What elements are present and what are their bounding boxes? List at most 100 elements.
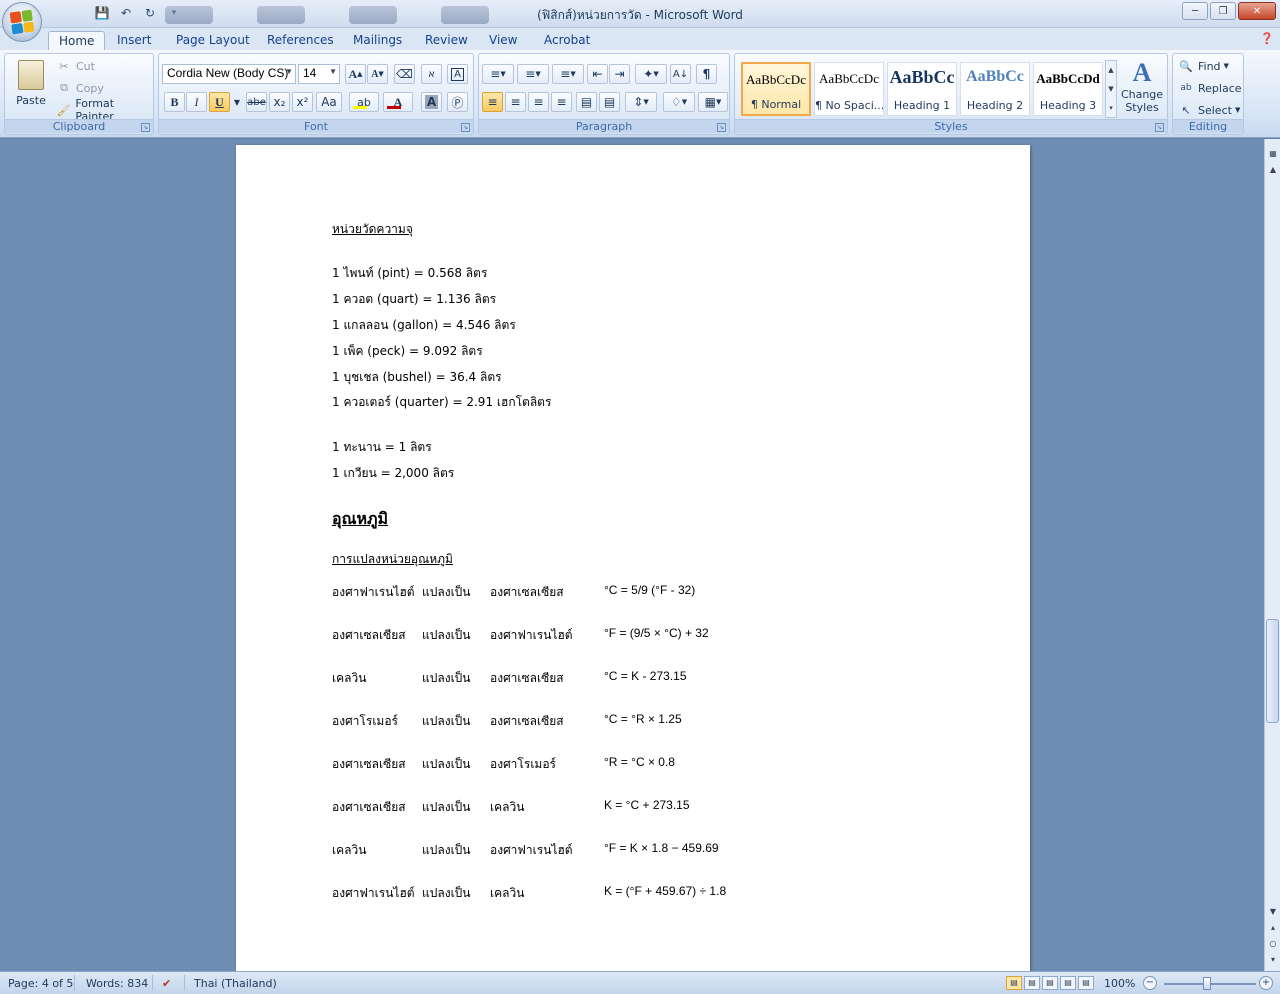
borders-button[interactable]: ▦ ▼ <box>698 92 728 112</box>
scroll-up-icon[interactable]: ▲ <box>1266 163 1280 177</box>
increase-indent-button[interactable]: ⇥ <box>609 64 630 84</box>
replace-button[interactable]: ab Replace <box>1177 78 1241 98</box>
grow-font-button[interactable]: A ▲ <box>345 64 366 84</box>
language-indicator[interactable]: Thai (Thailand) <box>194 977 277 990</box>
copy-button[interactable]: ⧉ Copy <box>55 78 104 98</box>
thai-distributed-button[interactable]: ▤ <box>599 92 620 112</box>
character-shading-button[interactable]: A <box>421 92 442 112</box>
numbering-icon: ≡ <box>525 67 536 81</box>
browse-object-icon[interactable]: ○ <box>1266 937 1280 951</box>
change-styles-button[interactable]: A Change Styles <box>1119 58 1165 118</box>
paragraph-group: ≡ ▼ ≡ ▼ ≡ ▼ ⇤ ⇥ ✦ ▼ A↓ ¶ ≡ ≡ ≡ ≡ ▤ ▤ ⇕ ▼ ♢ ▼ ▦… <box>478 53 730 135</box>
decrease-indent-button[interactable]: ⇤ <box>587 64 608 84</box>
tab-mailings[interactable]: Mailings <box>343 31 412 50</box>
paste-button[interactable]: Paste <box>11 58 51 116</box>
show-hide-button[interactable]: ¶ <box>696 64 717 84</box>
find-button[interactable]: 🔍 Find ▼ <box>1177 56 1229 76</box>
line-spacing-button[interactable]: ⇕ ▼ <box>625 92 657 112</box>
multilevel-list-button[interactable]: ≡ ▼ <box>552 64 584 84</box>
page-indicator[interactable]: Page: 4 of 5 <box>8 977 73 990</box>
style-heading-2[interactable]: AaBbCc Heading 2 <box>960 62 1030 116</box>
zoom-slider-thumb[interactable] <box>1203 977 1211 990</box>
font-size-combo[interactable]: 14 ▼ <box>298 64 340 84</box>
web-layout-view-icon[interactable]: ▤ <box>1042 976 1058 990</box>
align-right-button[interactable]: ≡ <box>528 92 549 112</box>
align-right-icon: ≡ <box>533 95 544 109</box>
full-screen-reading-view-icon[interactable]: ▤ <box>1024 976 1040 990</box>
conversion-row: องศาโรเมอร์ แปลงเป็น องศาเซลเซียส °C = °R ×… <box>332 712 932 732</box>
sort-button[interactable]: A↓ <box>670 64 691 84</box>
justify-button[interactable]: ≡ <box>551 92 572 112</box>
office-button[interactable] <box>2 2 42 42</box>
distributed-button[interactable]: ▤ <box>576 92 597 112</box>
align-left-button[interactable]: ≡ <box>482 92 503 112</box>
outline-view-icon[interactable]: ▤ <box>1060 976 1076 990</box>
character-border-button[interactable]: A <box>447 64 468 84</box>
bullets-button[interactable]: ≡ ▼ <box>482 64 514 84</box>
scroll-thumb[interactable] <box>1266 619 1279 723</box>
conversion-from: องศาเซลเซียส <box>332 757 406 771</box>
superscript-button[interactable]: x² <box>292 92 313 112</box>
style-normal[interactable]: AaBbCcDc ¶ Normal <box>741 62 811 116</box>
format-painter-button[interactable]: 🖌 Format Painter <box>55 97 153 123</box>
scroll-down-icon[interactable]: ▼ <box>1266 905 1280 919</box>
next-page-icon[interactable]: ▾ <box>1266 953 1280 967</box>
tab-page-layout[interactable]: Page Layout <box>166 31 260 50</box>
align-center-button[interactable]: ≡ <box>505 92 526 112</box>
font-name-combo[interactable]: Cordia New (Body CS) ▼ <box>162 64 296 84</box>
subscript-button[interactable]: x₂ <box>269 92 290 112</box>
paragraph-launcher-icon[interactable]: ↘ <box>717 123 726 132</box>
word-count[interactable]: Words: 834 <box>86 977 148 990</box>
phonetic-guide-button[interactable]: א <box>421 64 442 84</box>
tab-home[interactable]: Home <box>48 31 106 50</box>
zoom-level[interactable]: 100% <box>1104 977 1135 990</box>
style-heading-1[interactable]: AaBbCc Heading 1 <box>887 62 957 116</box>
ruler-toggle-icon[interactable]: ▦ <box>1266 147 1280 161</box>
enclose-characters-button[interactable]: Ⓟ <box>447 92 468 112</box>
underline-button[interactable]: U <box>209 92 230 112</box>
styles-scroll[interactable]: ▲ ▼ ▾ <box>1105 60 1117 118</box>
status-divider <box>152 975 153 991</box>
minimize-button[interactable]: ─ <box>1182 2 1208 20</box>
previous-page-icon[interactable]: ▴ <box>1266 921 1280 935</box>
font-color-button[interactable]: A <box>383 92 413 112</box>
shrink-font-button[interactable]: A ▼ <box>367 64 388 84</box>
volume-line: 1 ไพนท์ (pint) = 0.568 ลิตร <box>332 266 488 280</box>
conversion-row: องศาฟาเรนไฮต์ แปลงเป็น เคลวิน K = (°F + 459… <box>332 884 932 904</box>
clipboard-launcher-icon[interactable]: ↘ <box>141 123 150 132</box>
restore-button[interactable]: ❐ <box>1210 2 1236 20</box>
cut-button[interactable]: ✂ Cut <box>55 56 95 76</box>
shading-button[interactable]: ♢ ▼ <box>663 92 695 112</box>
select-button[interactable]: ↖ Select ▼ <box>1177 100 1240 120</box>
clear-formatting-button[interactable]: ⌫ <box>394 64 415 84</box>
underline-dropdown[interactable]: ▼ <box>231 92 243 112</box>
text-direction-button[interactable]: ✦ ▼ <box>635 64 667 84</box>
conversion-from: เคลวิน <box>332 671 367 685</box>
close-button[interactable]: ✕ <box>1238 2 1276 20</box>
shrink-font-label: A <box>371 68 379 80</box>
draft-view-icon[interactable]: ▤ <box>1078 976 1094 990</box>
print-layout-view-icon[interactable]: ▤ <box>1006 976 1022 990</box>
highlight-button[interactable]: ab <box>349 92 379 112</box>
styles-launcher-icon[interactable]: ↘ <box>1155 123 1164 132</box>
proofing-icon[interactable]: ✔ <box>162 977 171 990</box>
vertical-scrollbar[interactable]: ▦ ▲ ▼ ▴ ○ ▾ <box>1264 139 1280 971</box>
tab-review[interactable]: Review <box>415 31 478 50</box>
style-heading-3[interactable]: AaBbCcDd Heading 3 <box>1033 62 1103 116</box>
strikethrough-button[interactable]: abe <box>246 92 267 112</box>
tab-insert[interactable]: Insert <box>107 31 161 50</box>
tab-acrobat[interactable]: Acrobat <box>534 31 600 50</box>
font-launcher-icon[interactable]: ↘ <box>461 123 470 132</box>
numbering-button[interactable]: ≡ ▼ <box>517 64 549 84</box>
change-case-button[interactable]: Aa <box>316 92 342 112</box>
bold-button[interactable]: B <box>164 92 185 112</box>
zoom-out-icon[interactable]: − <box>1143 976 1157 990</box>
document-page[interactable]: หน่วยวัดความจุ 1 ไพนท์ (pint) = 0.568 ลิ… <box>236 145 1030 971</box>
zoom-in-icon[interactable]: + <box>1259 976 1273 990</box>
tab-references[interactable]: References <box>257 31 344 50</box>
style-no-spacing[interactable]: AaBbCcDc ¶ No Spaci... <box>814 62 884 116</box>
conversion-from: เคลวิน <box>332 843 367 857</box>
help-icon[interactable]: ❓ <box>1260 32 1274 45</box>
italic-button[interactable]: I <box>186 92 207 112</box>
tab-view[interactable]: View <box>479 31 527 50</box>
